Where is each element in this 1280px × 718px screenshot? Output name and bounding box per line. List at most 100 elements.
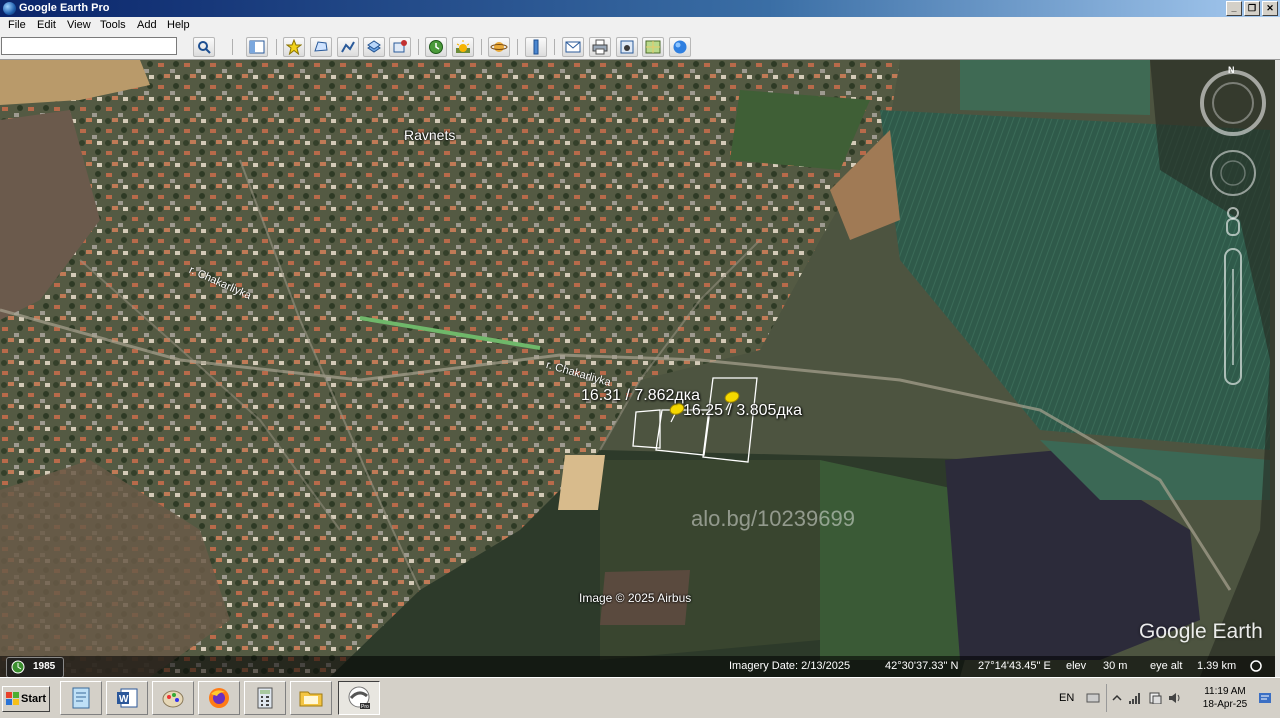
svg-text:Pro: Pro <box>361 704 369 710</box>
taskbar-app-word[interactable]: W <box>106 681 148 715</box>
planets-icon <box>490 42 508 52</box>
calculator-icon <box>257 687 273 709</box>
compass-ring[interactable] <box>1200 70 1266 136</box>
print-button[interactable] <box>589 37 611 57</box>
toolbar-separator <box>517 39 518 55</box>
town-label: Ravnets <box>404 127 456 143</box>
notifications-icon[interactable] <box>1258 692 1272 704</box>
save-image-icon <box>620 40 634 54</box>
menu-tools[interactable]: Tools <box>100 19 126 31</box>
elevation-label: elev <box>1066 660 1087 672</box>
latitude: 42°30'37.33" N <box>885 660 959 672</box>
close-button[interactable]: ✕ <box>1262 1 1278 16</box>
map-view-icon <box>645 40 661 54</box>
clock-icon <box>11 660 25 674</box>
windows-logo-icon <box>6 692 19 705</box>
status-bar: Imagery Date: 2/13/2025 42°30'37.33" N 2… <box>0 656 1275 677</box>
search-input[interactable] <box>1 37 177 55</box>
svg-text:W: W <box>119 694 129 705</box>
add-path-button[interactable] <box>337 37 359 57</box>
parcel-label: 16.25 / 3.805дка <box>683 402 802 419</box>
tour-icon <box>393 40 407 53</box>
search-button[interactable] <box>193 37 215 57</box>
menu-add[interactable]: Add <box>137 19 157 31</box>
maps-globe-icon <box>673 40 687 54</box>
window-title: Google Earth Pro <box>19 2 110 14</box>
sunlight-button[interactable] <box>452 37 474 57</box>
clock-time: 11:19 AM <box>1204 686 1246 697</box>
taskbar-app-calculator[interactable] <box>244 681 286 715</box>
menu-file[interactable]: File <box>8 19 26 31</box>
toolbar-separator <box>418 39 419 55</box>
sidebar-icon <box>249 40 265 54</box>
ruler-icon <box>533 39 539 55</box>
language-indicator[interactable]: EN <box>1059 692 1074 704</box>
add-overlay-button[interactable] <box>363 37 385 57</box>
clock[interactable]: 11:19 AM 18-Apr-25 <box>1200 685 1250 711</box>
window-controls: _ ❐ ✕ <box>1226 1 1278 16</box>
overlay-icon <box>367 40 381 53</box>
system-tray: EN 11:19 AM 18-Apr-25 <box>1054 681 1278 715</box>
maps-globe-button[interactable] <box>669 37 691 57</box>
streaming-indicator-icon <box>1250 660 1262 672</box>
street-view-pegman-icon[interactable] <box>1226 207 1240 236</box>
clock-date: 18-Apr-25 <box>1202 699 1248 710</box>
polygon-icon <box>314 41 328 52</box>
explorer-icon <box>299 691 323 707</box>
image-credit: Image © 2025 Airbus <box>579 591 692 605</box>
map-viewport[interactable]: Ravnets r. Chakarliyka r. Chakarliyka 16… <box>0 60 1275 677</box>
title-bar: Google Earth Pro _ ❐ ✕ <box>0 0 1280 17</box>
volume-icon[interactable] <box>1168 692 1182 704</box>
historical-imagery-icon <box>429 40 443 54</box>
satellite-imagery <box>0 60 1275 677</box>
google-earth-logo: Google Earth <box>1139 620 1263 643</box>
menu-view[interactable]: View <box>67 19 91 31</box>
historical-imagery-button[interactable] <box>425 37 447 57</box>
menu-edit[interactable]: Edit <box>37 19 56 31</box>
keyboard-icon[interactable] <box>1086 692 1100 704</box>
ruler-button[interactable] <box>525 37 547 57</box>
taskbar-app-explorer[interactable] <box>290 681 332 715</box>
minimize-button[interactable]: _ <box>1226 1 1242 16</box>
look-joystick[interactable] <box>1210 150 1256 196</box>
restore-button[interactable]: ❐ <box>1244 1 1260 16</box>
word-icon: W <box>117 688 138 708</box>
action-center-icon[interactable] <box>1148 692 1162 704</box>
toolbar-separator <box>232 39 233 55</box>
menu-help[interactable]: Help <box>167 19 190 31</box>
placemark-icon <box>286 39 302 55</box>
add-polygon-button[interactable] <box>310 37 332 57</box>
network-signal-icon[interactable] <box>1128 692 1142 704</box>
switch-planet-button[interactable] <box>488 37 510 57</box>
taskbar-app-paint[interactable] <box>152 681 194 715</box>
toolbar-separator <box>481 39 482 55</box>
compass-north-label: N <box>1228 65 1235 75</box>
eye-altitude-label: eye alt <box>1150 660 1183 672</box>
imagery-date: Imagery Date: 2/13/2025 <box>729 660 851 672</box>
firefox-icon <box>209 688 229 708</box>
menu-bar: File Edit View Tools Add Help <box>0 17 1280 36</box>
tray-separator <box>1106 684 1107 712</box>
google-earth-app-icon <box>3 2 16 15</box>
google-earth-pro-icon: Pro <box>348 686 370 710</box>
zoom-slider[interactable] <box>1224 248 1242 385</box>
taskbar-app-firefox[interactable] <box>198 681 240 715</box>
taskbar-app-notepad[interactable] <box>60 681 102 715</box>
save-image-button[interactable] <box>616 37 638 57</box>
taskbar-app-google-earth-pro[interactable]: Pro <box>338 681 380 715</box>
taskbar: Start W Pro EN 11:19 AM 18-Apr-25 <box>0 677 1280 718</box>
start-button[interactable]: Start <box>2 686 50 712</box>
sidebar-button[interactable] <box>246 37 268 57</box>
email-icon <box>565 41 581 53</box>
view-in-maps-button[interactable] <box>642 37 664 57</box>
record-tour-button[interactable] <box>389 37 411 57</box>
toolbar-separator <box>554 39 555 55</box>
toolbar <box>0 35 1280 60</box>
show-hidden-icons-icon[interactable] <box>1110 692 1124 704</box>
elevation-value: 30 m <box>1103 660 1128 672</box>
add-placemark-button[interactable] <box>283 37 305 57</box>
navigation-controls <box>1200 70 1266 385</box>
email-button[interactable] <box>562 37 584 57</box>
start-label: Start <box>21 693 47 705</box>
historical-imagery-slider[interactable]: 1985 <box>6 657 64 677</box>
